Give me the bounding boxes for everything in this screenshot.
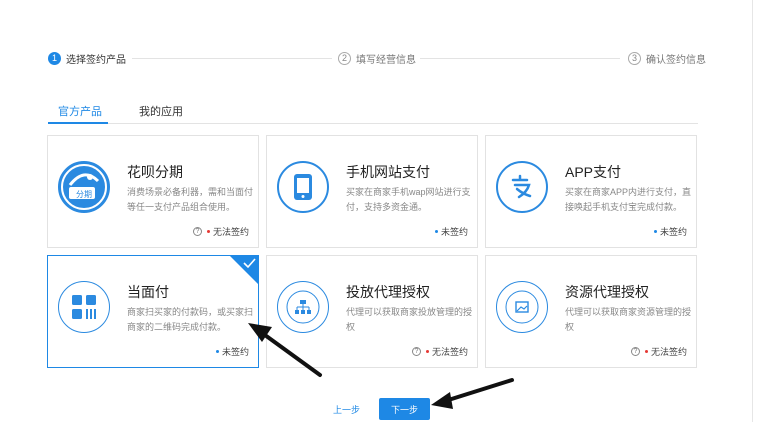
image-resource-icon [496,281,548,333]
status-badge: 未签约 [653,225,687,238]
status-dot-icon [653,230,657,233]
product-title: 投放代理授权 [346,284,430,300]
tab-my-apps[interactable]: 我的应用 [139,103,183,119]
status-text: 无法签约 [212,227,249,237]
status-badge: 未签约 [215,345,249,358]
product-title: APP支付 [565,164,622,180]
product-title: 花呗分期 [127,164,183,180]
alipay-icon [496,161,548,213]
step-label: 确认签约信息 [646,54,706,66]
product-tabs: 官方产品 我的应用 [48,100,698,124]
status-dot-icon [206,230,210,233]
arrow-to-next-button-icon [431,378,514,409]
product-card-app-pay[interactable]: APP支付 买家在商家APP内进行支付，直接唤起手机支付宝完成付款。 未签约 [485,135,697,248]
product-title: 手机网站支付 [346,164,430,180]
progress-stepper: 1 选择签约产品 2 填写经营信息 3 确认签约信息 [48,50,706,66]
next-step-button[interactable]: 下一步 [379,398,430,420]
product-title: 资源代理授权 [565,284,649,300]
product-card-mobile-web-pay[interactable]: 手机网站支付 买家在商家手机wap网站进行支付，支持多资金通。 未签约 [266,135,478,248]
huabei-installment-icon [58,161,110,213]
check-icon [243,258,256,269]
status-dot-icon [215,350,219,353]
status-dot-icon [434,230,438,233]
step-connector [132,58,332,59]
status-text: 未签约 [221,347,249,357]
right-edge-divider [752,0,753,422]
status-badge: ? 无法签约 [411,345,468,358]
product-description: 买家在商家APP内进行支付，直接唤起手机支付宝完成付款。 [565,187,692,212]
step-number: 1 [48,51,61,65]
status-text: 无法签约 [650,347,687,357]
step-number: 3 [628,51,641,65]
step-confirm-info: 3 确认签约信息 [628,50,706,66]
status-badge: ? 无法签约 [630,345,687,358]
product-description: 消费场景必备利器，需和当面付等任一支付产品组合使用。 [127,187,254,212]
status-dot-icon [644,350,648,353]
step-fill-business-info: 2 填写经营信息 [338,50,416,66]
product-card-face-to-face-pay[interactable]: 当面付 商家扫买家的付款码，或买家扫商家的二维码完成付款。 未签约 [47,255,259,368]
step-select-product: 1 选择签约产品 [48,50,126,66]
product-title: 当面付 [127,284,169,300]
qr-code-icon [58,281,110,333]
previous-step-button[interactable]: 上一步 [333,403,360,416]
step-connector [420,58,620,59]
product-description: 代理可以获取商家资源管理的授权 [565,307,692,332]
product-card-huabei[interactable]: 分期 花呗分期 消费场景必备利器，需和当面付等任一支付产品组合使用。 ? 无法签… [47,135,259,248]
product-card-ad-agent-authorization[interactable]: 投放代理授权 代理可以获取商家投放管理的授权 ? 无法签约 [266,255,478,368]
status-dot-icon [425,350,429,353]
status-badge: 未签约 [434,225,468,238]
org-chart-icon [277,281,329,333]
status-text: 未签约 [440,227,468,237]
help-icon[interactable]: ? [192,227,202,236]
help-icon[interactable]: ? [630,347,640,356]
product-description: 买家在商家手机wap网站进行支付，支持多资金通。 [346,187,471,212]
status-text: 无法签约 [431,347,468,357]
mobile-phone-icon [277,161,329,213]
huabei-icon-text: 分期 [76,190,92,199]
product-description: 商家扫买家的付款码，或买家扫商家的二维码完成付款。 [127,307,254,332]
product-description: 代理可以获取商家投放管理的授权 [346,307,473,332]
active-tab-indicator [48,122,108,124]
product-card-resource-agent-authorization[interactable]: 资源代理授权 代理可以获取商家资源管理的授权 ? 无法签约 [485,255,697,368]
step-number: 2 [338,51,351,65]
status-text: 未签约 [659,227,687,237]
status-badge: ? 无法签约 [192,225,249,238]
step-label: 选择签约产品 [66,54,126,66]
help-icon[interactable]: ? [411,347,421,356]
tab-official-products[interactable]: 官方产品 [58,103,102,119]
step-label: 填写经营信息 [356,54,416,66]
